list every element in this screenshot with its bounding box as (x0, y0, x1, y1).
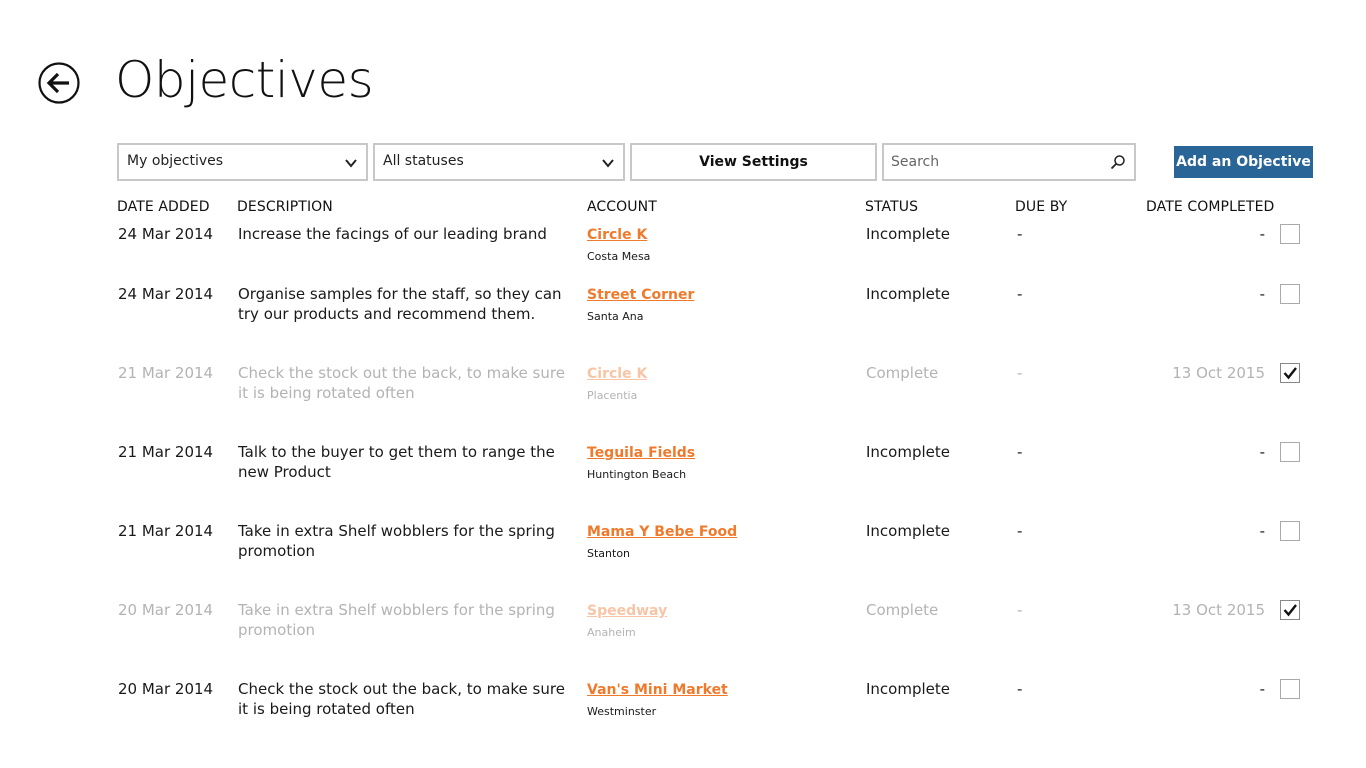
description-cell: Check the stock out the back, to make su… (238, 364, 565, 402)
due-by-cell: - (1017, 443, 1023, 461)
search-box (882, 143, 1136, 181)
objective-row[interactable]: 21 Mar 2014 Take in extra Shelf wobblers … (0, 521, 1366, 591)
account-location: Costa Mesa (587, 250, 651, 263)
date-added-cell: 24 Mar 2014 (118, 225, 214, 243)
due-by-cell: - (1017, 601, 1023, 619)
objective-row[interactable]: 21 Mar 2014 Check the stock out the back,… (0, 363, 1366, 433)
status-cell: Complete (866, 601, 939, 619)
account-location: Placentia (587, 389, 638, 402)
status-cell: Complete (866, 364, 939, 382)
account-cell: Circle K Costa Mesa (587, 226, 650, 267)
account-link[interactable]: Circle K (587, 365, 647, 383)
add-objective-button[interactable]: Add an Objective (1174, 146, 1313, 178)
date-completed-cell: - (1259, 522, 1265, 540)
page-title: Objectives (115, 51, 374, 109)
account-location: Huntington Beach (587, 468, 687, 481)
status-cell: Incomplete (866, 225, 950, 243)
status-cell: Incomplete (866, 522, 950, 540)
due-by-cell: - (1017, 364, 1023, 382)
chevron-down-icon (602, 159, 614, 168)
date-added-cell: 21 Mar 2014 (118, 364, 214, 382)
back-button[interactable] (37, 61, 81, 105)
objective-row[interactable]: 24 Mar 2014 Organise samples for the staf… (0, 284, 1366, 354)
complete-checkbox[interactable] (1280, 284, 1300, 304)
column-header-status[interactable]: STATUS (865, 199, 918, 215)
column-header-date-added[interactable]: DATE ADDED (117, 199, 210, 215)
account-link[interactable]: Street Corner (587, 286, 694, 304)
description-cell: Take in extra Shelf wobblers for the spr… (238, 601, 555, 639)
objectives-page: Objectives My objectives All statuses Vi… (0, 0, 1366, 768)
search-input[interactable] (891, 150, 1101, 174)
back-arrow-icon (38, 62, 80, 104)
account-cell: Mama Y Bebe Food Stanton (587, 523, 737, 564)
account-cell: Street Corner Santa Ana (587, 286, 694, 327)
account-cell: Teguila Fields Huntington Beach (587, 444, 695, 485)
description-cell: Organise samples for the staff, so they … (238, 285, 562, 323)
description-cell: Talk to the buyer to get them to range t… (238, 443, 555, 481)
due-by-cell: - (1017, 285, 1023, 303)
objective-row[interactable]: 20 Mar 2014 Check the stock out the back,… (0, 679, 1366, 749)
due-by-cell: - (1017, 225, 1023, 243)
column-header-description[interactable]: DESCRIPTION (237, 199, 333, 215)
complete-checkbox[interactable] (1280, 442, 1300, 462)
description-cell: Check the stock out the back, to make su… (238, 680, 565, 718)
account-cell: Speedway Anaheim (587, 602, 667, 643)
checkmark-icon (1283, 604, 1297, 617)
status-filter-dropdown[interactable]: All statuses (373, 143, 625, 181)
date-added-cell: 20 Mar 2014 (118, 601, 214, 619)
date-completed-cell: - (1259, 225, 1265, 243)
account-link[interactable]: Mama Y Bebe Food (587, 523, 737, 541)
date-completed-cell: 13 Oct 2015 (1172, 364, 1265, 382)
account-location: Santa Ana (587, 310, 644, 323)
account-link[interactable]: Van's Mini Market (587, 681, 728, 699)
account-cell: Circle K Placentia (587, 365, 647, 406)
account-link[interactable]: Speedway (587, 602, 667, 620)
checkmark-icon (1283, 367, 1297, 380)
objective-row[interactable]: 20 Mar 2014 Take in extra Shelf wobblers … (0, 600, 1366, 670)
status-filter-value: All statuses (383, 153, 464, 169)
column-header-account[interactable]: ACCOUNT (587, 199, 657, 215)
complete-checkbox[interactable] (1280, 363, 1300, 383)
account-location: Anaheim (587, 626, 636, 639)
account-link[interactable]: Circle K (587, 226, 650, 244)
date-completed-cell: - (1259, 680, 1265, 698)
owner-filter-dropdown[interactable]: My objectives (117, 143, 368, 181)
column-header-due-by[interactable]: DUE BY (1015, 199, 1067, 215)
account-location: Stanton (587, 547, 631, 560)
account-location: Westminster (587, 705, 657, 718)
chevron-down-icon (345, 159, 357, 168)
date-completed-cell: 13 Oct 2015 (1172, 601, 1265, 619)
account-link[interactable]: Teguila Fields (587, 444, 695, 462)
due-by-cell: - (1017, 522, 1023, 540)
description-cell: Increase the facings of our leading bran… (238, 225, 547, 243)
date-completed-cell: - (1259, 285, 1265, 303)
date-added-cell: 21 Mar 2014 (118, 522, 214, 540)
column-header-date-completed[interactable]: DATE COMPLETED (1146, 199, 1274, 215)
complete-checkbox[interactable] (1280, 521, 1300, 541)
objective-row[interactable]: 21 Mar 2014 Talk to the buyer to get them… (0, 442, 1366, 512)
status-cell: Incomplete (866, 443, 950, 461)
complete-checkbox[interactable] (1280, 679, 1300, 699)
complete-checkbox[interactable] (1280, 600, 1300, 620)
date-completed-cell: - (1259, 443, 1265, 461)
status-cell: Incomplete (866, 680, 950, 698)
description-cell: Take in extra Shelf wobblers for the spr… (238, 522, 555, 560)
status-cell: Incomplete (866, 285, 950, 303)
due-by-cell: - (1017, 680, 1023, 698)
search-icon[interactable] (1110, 154, 1126, 170)
date-added-cell: 20 Mar 2014 (118, 680, 214, 698)
complete-checkbox[interactable] (1280, 224, 1300, 244)
date-added-cell: 21 Mar 2014 (118, 443, 214, 461)
owner-filter-value: My objectives (127, 153, 224, 169)
account-cell: Van's Mini Market Westminster (587, 681, 728, 722)
date-added-cell: 24 Mar 2014 (118, 285, 214, 303)
view-settings-button[interactable]: View Settings (630, 143, 877, 181)
